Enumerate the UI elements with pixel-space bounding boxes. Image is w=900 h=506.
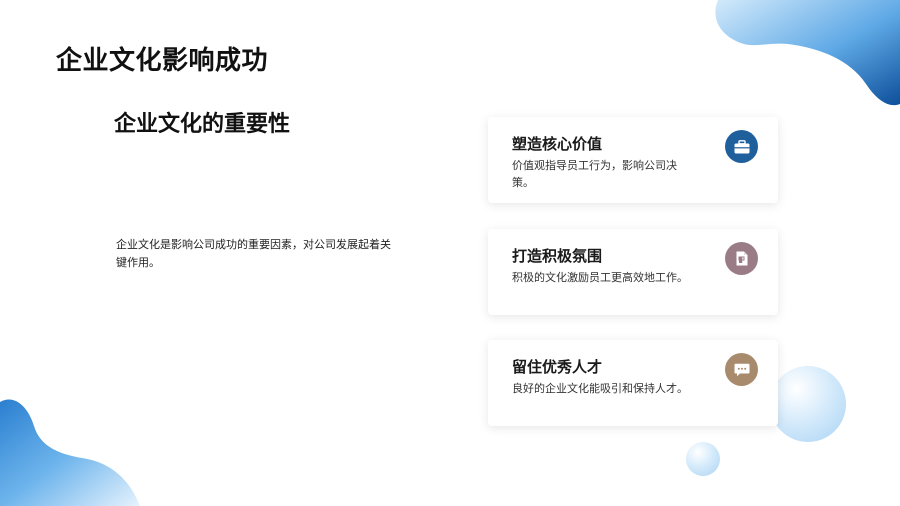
card-text: 良好的企业文化能吸引和保持人才。 <box>512 382 688 395</box>
card-text: 价值观指导员工行为，影响公司决策。 <box>512 159 677 189</box>
card-text: 积极的文化激励员工更高效地工作。 <box>512 271 688 284</box>
card-positive-atmosphere: 打造积极氛围 积极的文化激励员工更高效地工作。 <box>488 229 778 315</box>
card-core-values: 塑造核心价值 价值观指导员工行为，影响公司决策。 <box>488 117 778 203</box>
briefcase-icon <box>725 130 758 163</box>
decorative-circle-large <box>770 366 846 442</box>
decorative-blob-top-right <box>715 0 900 106</box>
chat-bubble-icon <box>725 353 758 386</box>
section-description: 企业文化是影响公司成功的重要因素，对公司发展起着关键作用。 <box>116 238 391 269</box>
card-title: 打造积极氛围 <box>512 247 603 265</box>
decorative-circle-small <box>686 442 720 476</box>
card-title: 塑造核心价值 <box>512 135 603 153</box>
card-title: 留住优秀人才 <box>512 358 603 376</box>
card-retain-talent: 留住优秀人才 良好的企业文化能吸引和保持人才。 <box>488 340 778 426</box>
document-icon <box>725 242 758 275</box>
page-title: 企业文化影响成功 <box>56 46 269 76</box>
section-subtitle: 企业文化的重要性 <box>114 112 291 137</box>
decorative-blob-bottom-left <box>0 399 140 506</box>
